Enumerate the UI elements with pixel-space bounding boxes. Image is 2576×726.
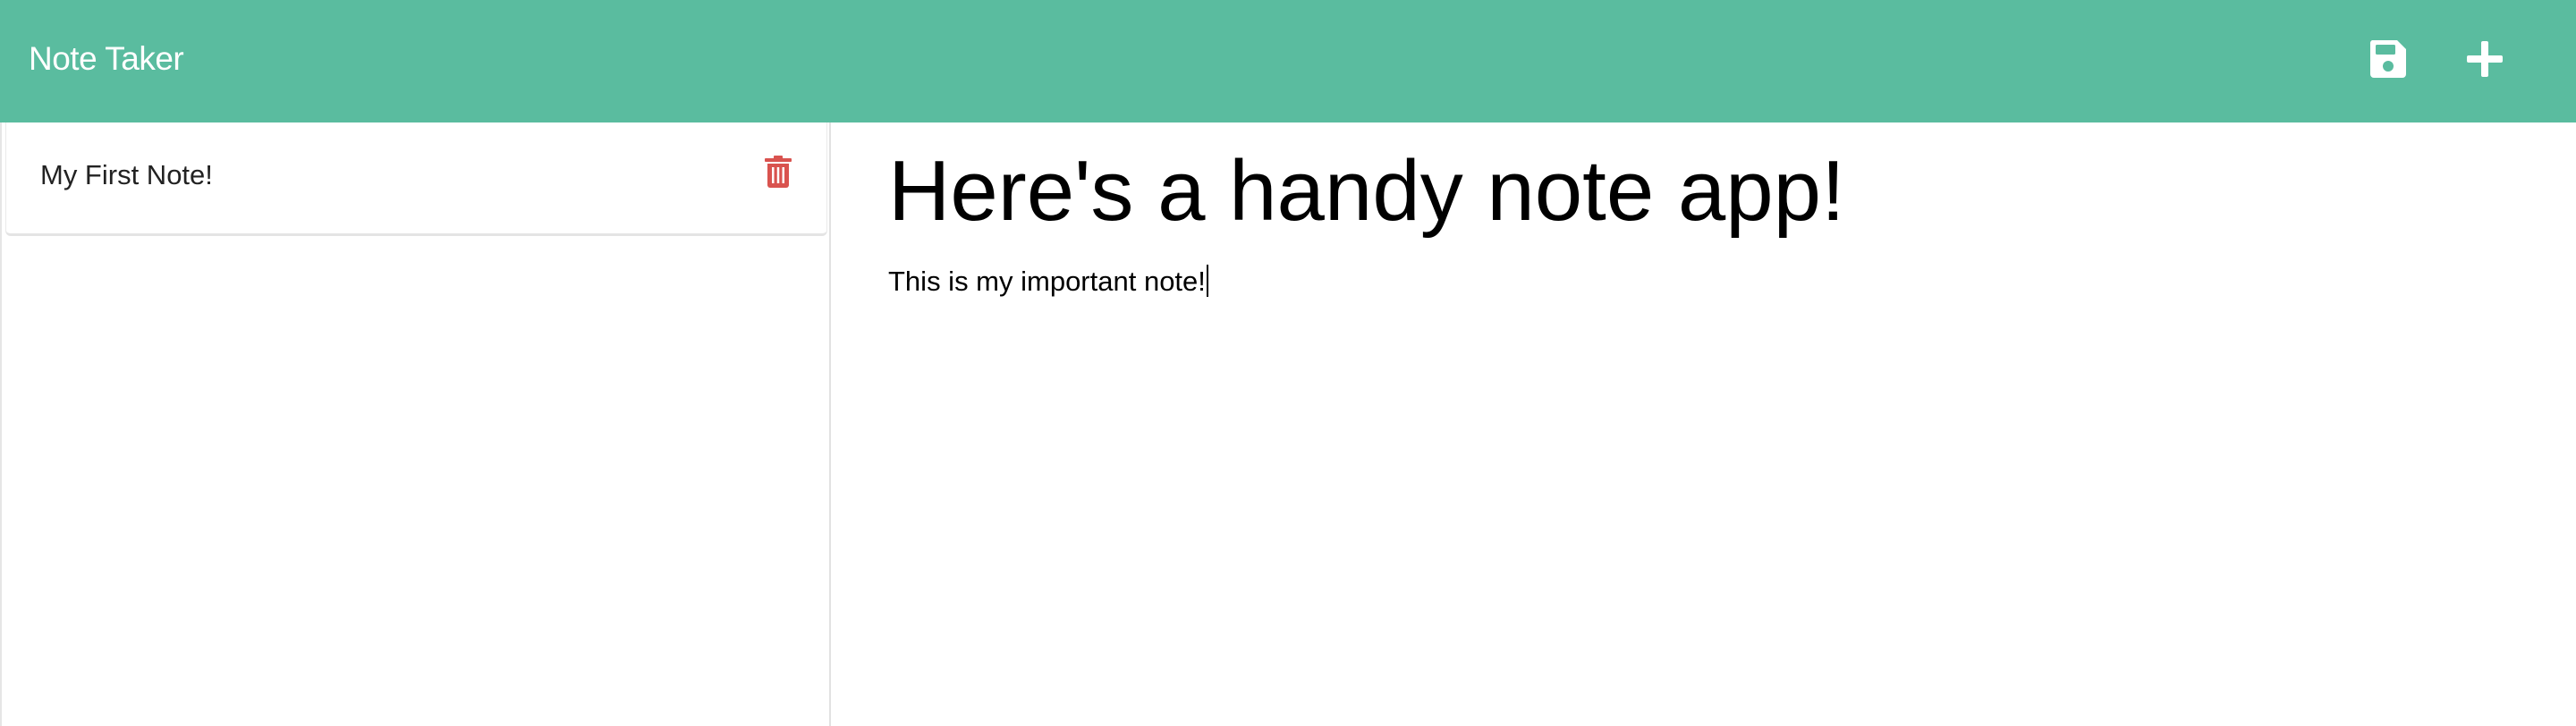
note-list-item[interactable]: My First Note!	[5, 122, 827, 236]
note-text-area[interactable]: This is my important note!	[888, 264, 2498, 693]
note-text: This is my important note!	[888, 266, 1206, 297]
note-list-sidebar: My First Note!	[0, 122, 831, 726]
save-note-button[interactable]	[2361, 34, 2415, 88]
plus-icon	[2465, 39, 2504, 83]
brand-link[interactable]: Note Taker	[29, 40, 184, 78]
navbar: Note Taker	[0, 0, 2576, 122]
note-editor: Here's a handy note app! This is my impo…	[833, 122, 2576, 726]
new-note-button[interactable]	[2458, 34, 2512, 88]
text-cursor	[1206, 265, 1208, 297]
floppy-disk-icon	[2368, 38, 2408, 84]
note-list-item-title: My First Note!	[40, 159, 213, 190]
note-title-input[interactable]: Here's a handy note app!	[888, 142, 2498, 241]
delete-note-button[interactable]	[764, 155, 792, 192]
note-list: My First Note!	[2, 122, 829, 236]
navbar-actions	[2308, 0, 2576, 122]
trash-icon	[765, 155, 792, 192]
